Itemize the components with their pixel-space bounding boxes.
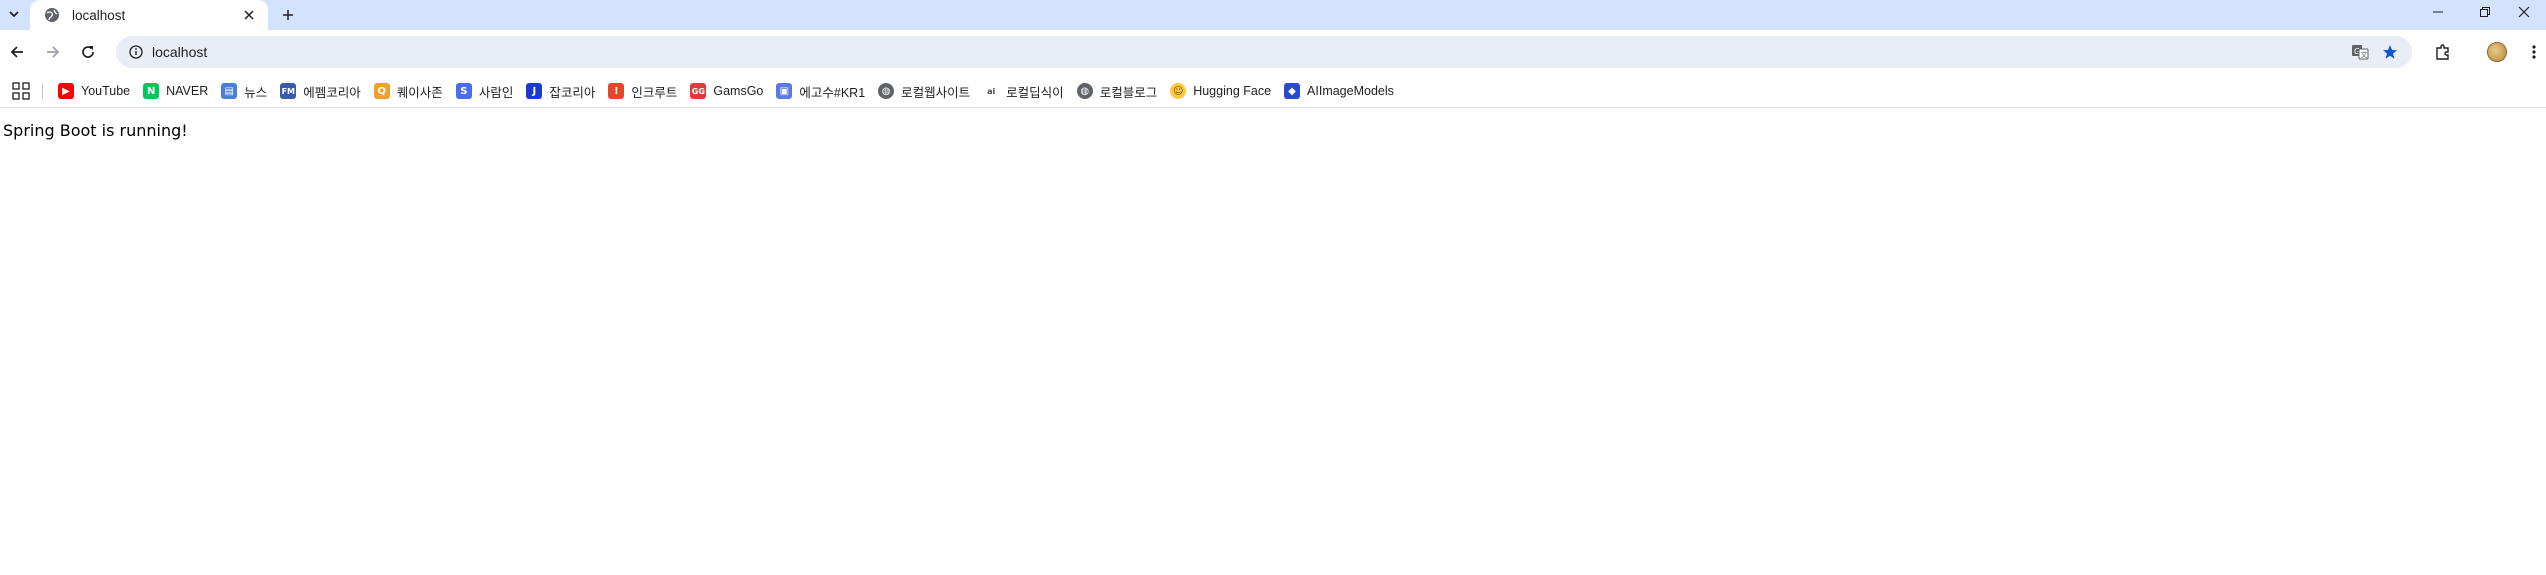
more-vert-icon xyxy=(2532,45,2536,59)
reload-button[interactable] xyxy=(76,40,100,64)
restore-button[interactable] xyxy=(2463,0,2507,24)
bookmarks-bar: ▶ YouTube N NAVER ▤ 뉴스 FM 에펨코리아 Q 퀘이사존 S 사람인 J 잡코리아! 인… xyxy=(0,74,2546,108)
ai-icon: ai xyxy=(987,86,996,96)
browser-toolbar: localhost G文 xyxy=(0,30,2546,74)
url-text[interactable]: localhost xyxy=(152,44,207,60)
star-icon xyxy=(2383,45,2397,59)
restore-icon xyxy=(2480,7,2490,17)
bookmark-label: AIImageModels xyxy=(1307,84,1394,98)
info-icon xyxy=(129,45,143,59)
bookmark-item[interactable]: ai 로컬딥식이 xyxy=(977,78,1070,104)
globe-icon xyxy=(45,8,59,22)
news-icon: ▤ xyxy=(221,83,238,99)
minimize-icon xyxy=(2433,11,2443,13)
bookmark-label: GamsGo xyxy=(713,84,764,98)
chevron-down-icon xyxy=(9,11,19,18)
gamsgo-icon: GG xyxy=(690,83,707,99)
bookmark-label: 로컬웹사이트 xyxy=(901,85,971,100)
aiimagemodels-icon: ◆ xyxy=(1284,83,1301,99)
bookmark-label: 뉴스 xyxy=(244,85,268,100)
incruit-icon: ! xyxy=(608,83,625,99)
address-bar[interactable]: localhost G文 xyxy=(116,36,2412,68)
close-icon xyxy=(2518,6,2530,18)
bookmark-label: 인크루트 xyxy=(631,85,678,100)
bookmark-item[interactable]: ◍ 로컬웹사이트 xyxy=(872,78,976,104)
globe-icon: ◍ xyxy=(1076,83,1093,99)
avatar xyxy=(2487,42,2507,62)
bookmark-label: 에고수#KR1 xyxy=(799,85,866,100)
bookmark-label: 로컬딥식이 xyxy=(1006,85,1064,100)
apps-grid-icon[interactable] xyxy=(12,82,30,100)
youtube-icon: ▶ xyxy=(58,83,74,99)
bookmark-label: 잡코리아 xyxy=(549,85,596,100)
bookmark-label: 에펨코리아 xyxy=(303,85,361,100)
globe-icon: ◍ xyxy=(878,83,895,99)
plus-icon xyxy=(283,10,293,20)
page-body-text: Spring Boot is running! xyxy=(3,121,188,140)
puzzle-icon xyxy=(2436,44,2449,60)
extensions-button[interactable] xyxy=(2431,40,2455,64)
tab-title: localhost xyxy=(72,7,126,23)
tab-strip: localhost xyxy=(0,0,2546,30)
bookmark-item[interactable]: N NAVER xyxy=(137,78,214,104)
bookmark-label: 퀘이사존 xyxy=(396,85,443,100)
bookmark-label: 사람인 xyxy=(478,85,514,100)
bookmark-item[interactable]: ◆ AIImageModels xyxy=(1278,78,1400,104)
bookmark-label: NAVER xyxy=(166,84,209,98)
minimize-button[interactable] xyxy=(2416,0,2460,24)
naver-icon: N xyxy=(143,83,160,99)
translate-button[interactable]: G文 xyxy=(2350,42,2370,62)
bookmark-list: ▶ YouTube N NAVER ▤ 뉴스 FM 에펨코리아 Q 퀘이사존 S 사람인 J 잡코리아! 인… xyxy=(52,74,1401,108)
arrow-right-icon xyxy=(47,46,60,58)
fmkorea-icon: FM xyxy=(280,83,297,99)
profile-button[interactable] xyxy=(2485,40,2509,64)
bookmark-item[interactable]: ! 인크루트 xyxy=(602,78,683,104)
close-icon xyxy=(244,10,254,20)
site-info-button[interactable] xyxy=(126,42,146,62)
jobkorea-icon: J xyxy=(526,83,543,99)
back-button[interactable] xyxy=(5,40,29,64)
bookmark-item[interactable]: ☺ Hugging Face xyxy=(1164,78,1277,104)
bookmark-item[interactable]: FM 에펨코리아 xyxy=(274,78,367,104)
close-tab-button[interactable] xyxy=(240,6,258,24)
forward-button[interactable] xyxy=(41,40,65,64)
close-window-button[interactable] xyxy=(2502,0,2546,24)
bookmark-item[interactable]: ▶ YouTube xyxy=(52,78,136,104)
bookmark-label: 로컬블로그 xyxy=(1099,85,1158,100)
bookmark-item[interactable]: S 사람인 xyxy=(450,78,520,104)
opgg-icon: ▣ xyxy=(776,83,793,99)
bookmark-item[interactable]: J 잡코리아 xyxy=(520,78,601,104)
bookmark-label: Hugging Face xyxy=(1193,84,1272,98)
tab-search-button[interactable] xyxy=(2,2,26,26)
bookmark-item[interactable]: ▤ 뉴스 xyxy=(215,78,273,104)
arrow-left-icon xyxy=(10,46,23,58)
new-tab-button[interactable] xyxy=(276,3,300,27)
saramin-icon: S xyxy=(455,83,472,99)
translate-icon: G文 xyxy=(2352,45,2369,60)
bookmark-label: YouTube xyxy=(81,84,131,98)
huggingface-icon: ☺ xyxy=(1170,83,1187,99)
bookmark-star-button[interactable] xyxy=(2380,42,2400,62)
tab-localhost[interactable]: localhost xyxy=(30,0,268,30)
svg-text:文: 文 xyxy=(2361,50,2368,59)
reload-icon xyxy=(82,46,94,58)
quasarzone-icon: Q xyxy=(373,83,390,99)
page-content: Spring Boot is running! xyxy=(0,108,2546,575)
menu-button[interactable] xyxy=(2522,40,2546,64)
bookmark-item[interactable]: ◍ 로컬블로그 xyxy=(1071,78,1164,104)
bookmark-item[interactable]: Q 퀘이사존 xyxy=(368,78,449,104)
bookmark-item[interactable]: GG GamsGo xyxy=(684,78,769,104)
bookmarks-divider xyxy=(42,83,43,99)
bookmark-item[interactable]: ▣ 에고수#KR1 xyxy=(770,78,871,104)
